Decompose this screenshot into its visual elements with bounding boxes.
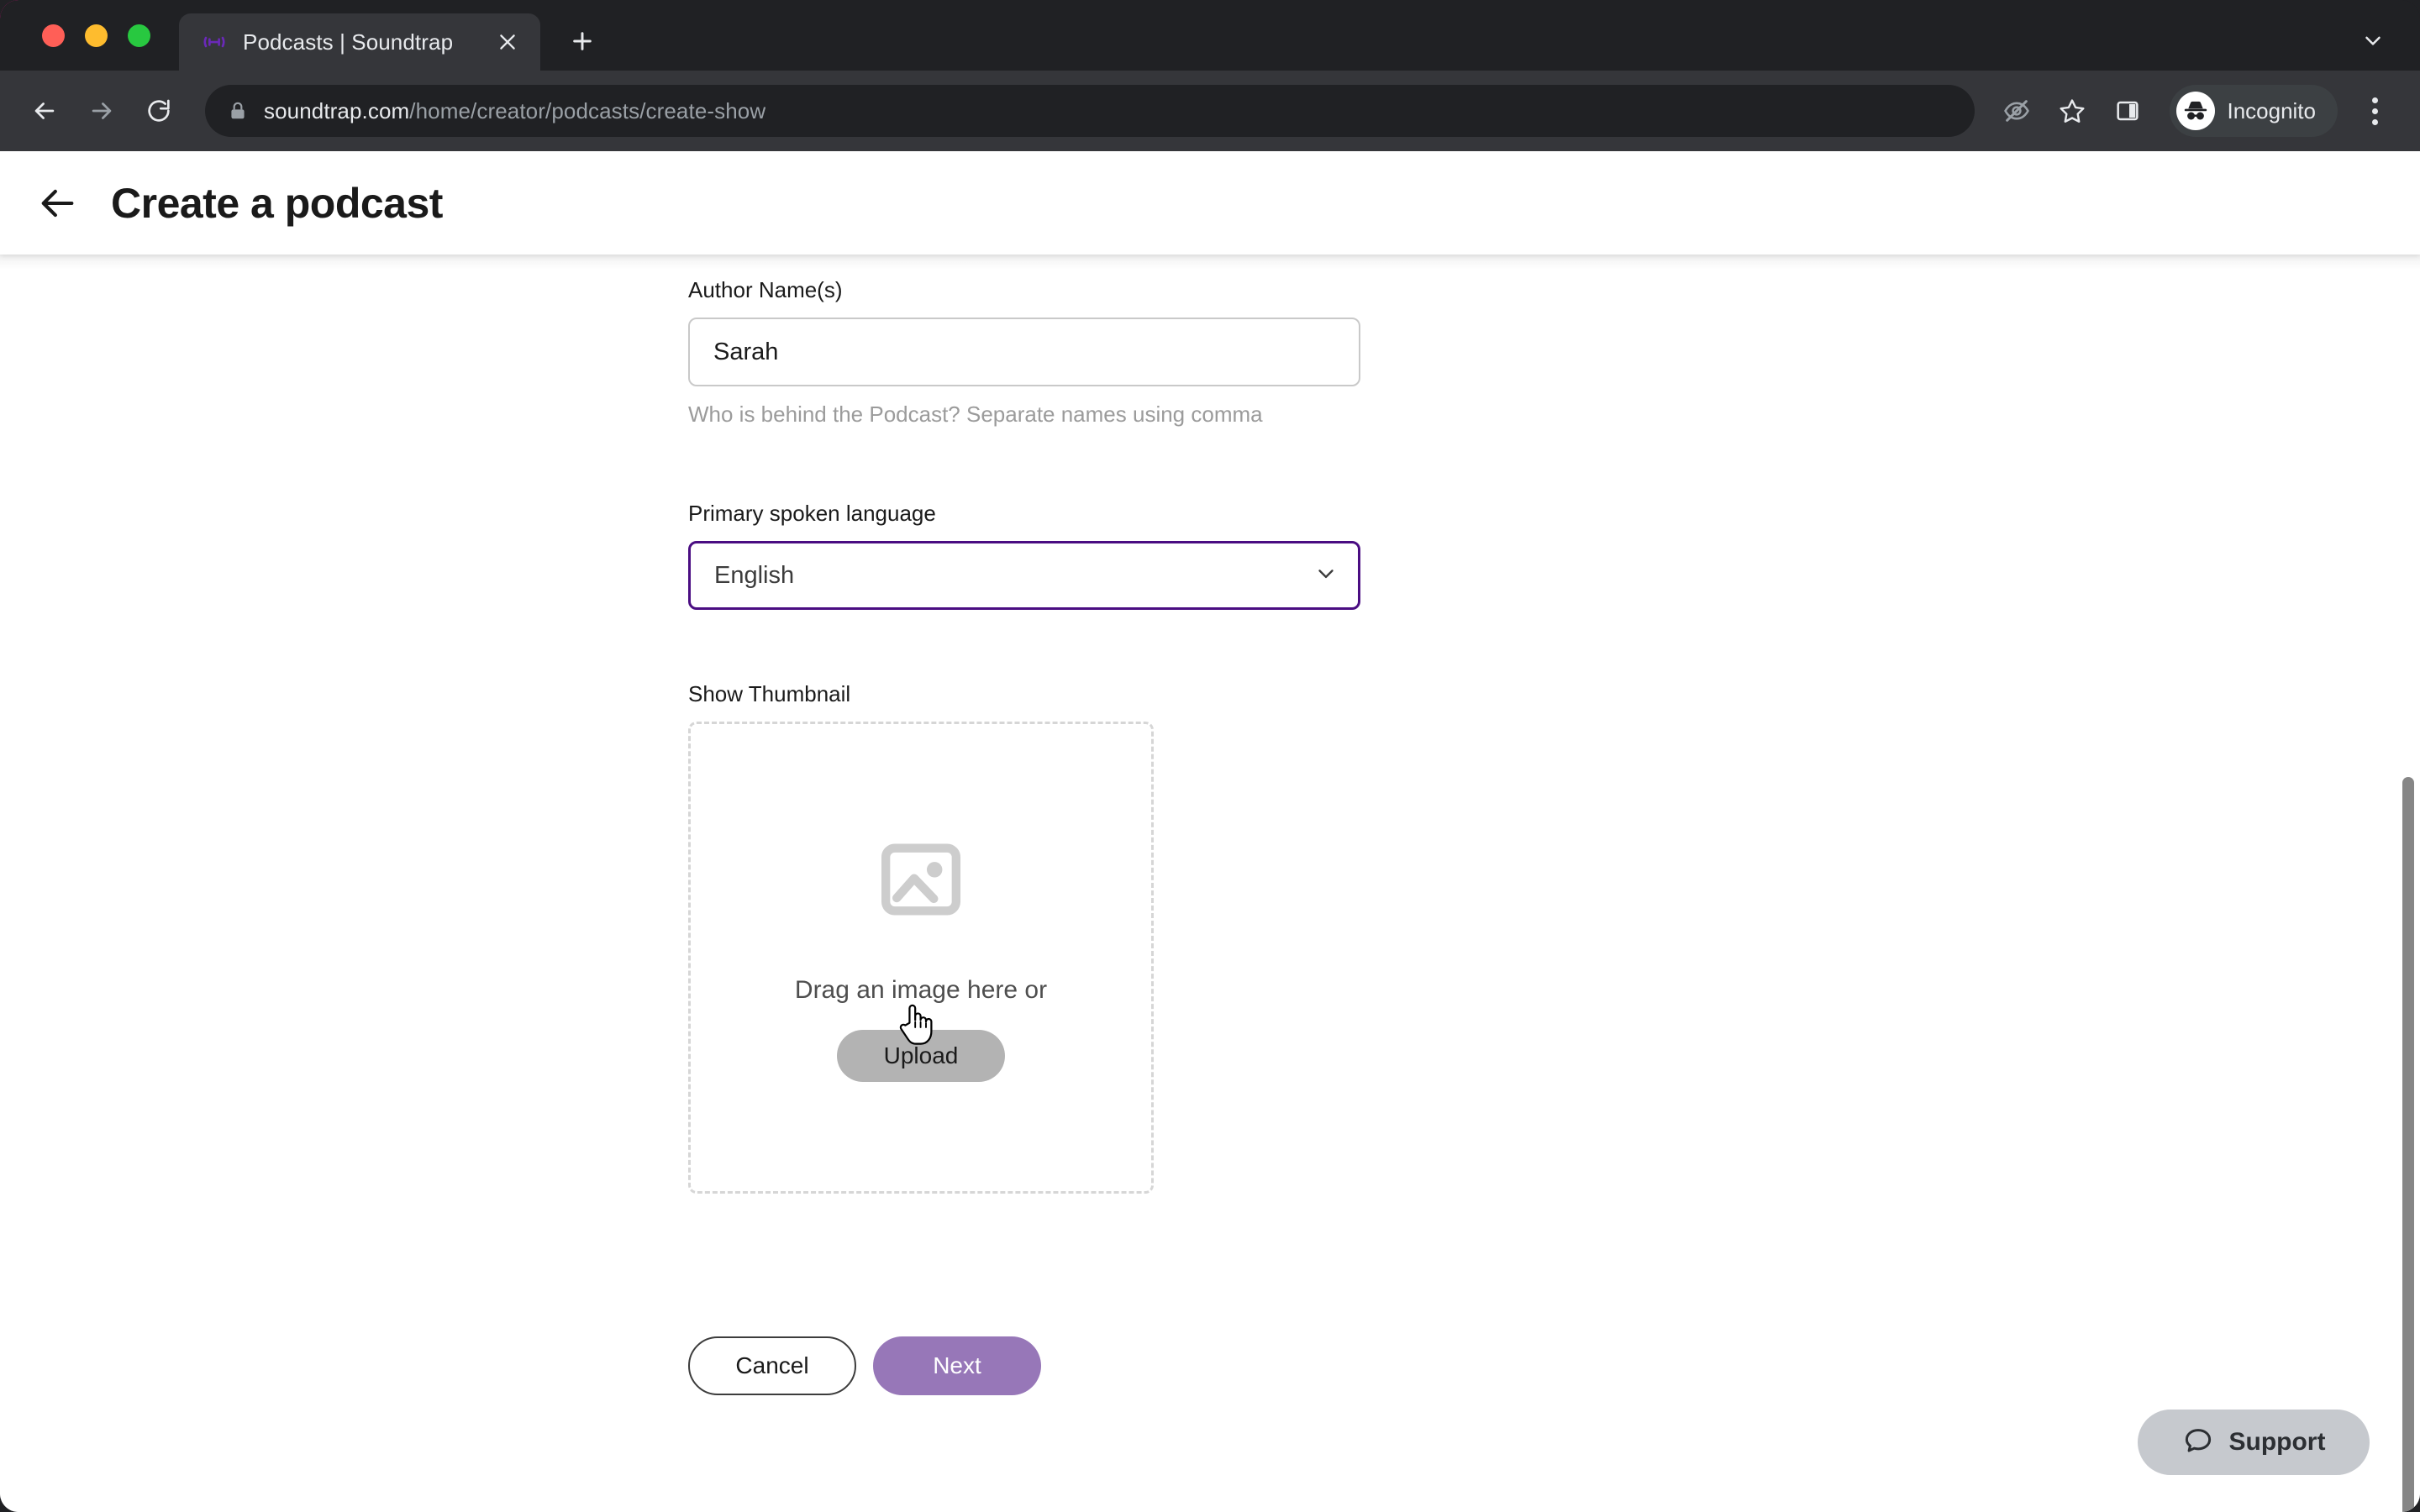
three-dot-menu-icon[interactable]	[2351, 87, 2398, 134]
tab-title: Podcasts | Soundtrap	[243, 29, 454, 55]
new-tab-button[interactable]	[559, 18, 606, 65]
scrollbar-thumb[interactable]	[2402, 777, 2414, 1512]
star-icon[interactable]	[2047, 86, 2097, 136]
side-panel-icon[interactable]	[2102, 86, 2153, 136]
address-bar[interactable]: soundtrap.com/home/creator/podcasts/crea…	[205, 85, 1975, 137]
scroll-top-shadow	[0, 255, 2420, 270]
thumbnail-dropzone[interactable]: Drag an image here or Upload	[688, 722, 1154, 1194]
speech-bubble-icon	[2182, 1425, 2214, 1461]
form-actions: Cancel Next	[688, 1336, 1041, 1395]
minimize-window-button[interactable]	[85, 24, 108, 47]
field-label-thumbnail: Show Thumbnail	[688, 681, 851, 706]
page-viewport: Create a podcast Author Name(s) Sarah Wh…	[0, 151, 2420, 1512]
profile-label: Incognito	[2227, 97, 2316, 123]
browser-tab-podcasts-soundtrap[interactable]: Podcasts | Soundtrap	[179, 13, 540, 71]
maximize-window-button[interactable]	[128, 24, 150, 47]
support-widget-button[interactable]: Support	[2138, 1410, 2370, 1475]
tab-strip: Podcasts | Soundtrap	[0, 0, 2420, 71]
cancel-button[interactable]: Cancel	[688, 1336, 856, 1395]
app-header: Create a podcast	[0, 151, 2420, 255]
close-icon[interactable]	[492, 26, 523, 58]
field-label-language: Primary spoken language	[688, 501, 936, 526]
field-author-name: Author Name(s) Sarah Who is behind the P…	[688, 277, 1360, 428]
next-button[interactable]: Next	[873, 1336, 1041, 1395]
author-name-input[interactable]: Sarah	[688, 318, 1360, 386]
window-traffic-lights	[24, 0, 179, 71]
eye-off-icon[interactable]	[1991, 86, 2042, 136]
form-scroll-area: Author Name(s) Sarah Who is behind the P…	[0, 255, 2420, 1512]
incognito-avatar-icon	[2176, 92, 2216, 130]
url-text: soundtrap.com/home/creator/podcasts/crea…	[264, 98, 765, 124]
page-title: Create a podcast	[111, 179, 443, 227]
chevron-down-icon[interactable]	[2348, 15, 2398, 66]
image-placeholder-icon	[876, 834, 966, 929]
browser-window: Podcasts | Soundtrap soundtrap.com/home/…	[0, 0, 2420, 1512]
field-helper-author: Who is behind the Podcast? Separate name…	[688, 402, 1263, 427]
profile-incognito-chip[interactable]: Incognito	[2170, 85, 2338, 137]
page-scrollbar[interactable]	[2398, 255, 2420, 1512]
field-label-author: Author Name(s)	[688, 277, 843, 302]
close-window-button[interactable]	[42, 24, 65, 47]
back-arrow-icon[interactable]	[34, 180, 81, 227]
language-select[interactable]: English	[688, 541, 1360, 610]
url-path: /home/creator/podcasts/create-show	[409, 97, 766, 123]
back-arrow-icon[interactable]	[18, 85, 71, 137]
forward-arrow-icon[interactable]	[76, 85, 128, 137]
support-label: Support	[2228, 1428, 2326, 1456]
url-host: soundtrap.com	[264, 97, 410, 123]
reload-icon[interactable]	[133, 85, 185, 137]
soundtrap-logo-icon	[201, 29, 228, 55]
upload-button[interactable]: Upload	[837, 1029, 1005, 1082]
browser-toolbar: soundtrap.com/home/creator/podcasts/crea…	[0, 71, 2420, 151]
dropzone-instruction: Drag an image here or	[794, 975, 1048, 1004]
lock-icon	[227, 100, 249, 122]
field-show-thumbnail: Show Thumbnail Drag an image here or Upl…	[688, 681, 1154, 1194]
language-select-wrap: English	[688, 541, 1360, 610]
field-primary-language: Primary spoken language English	[688, 501, 1360, 610]
